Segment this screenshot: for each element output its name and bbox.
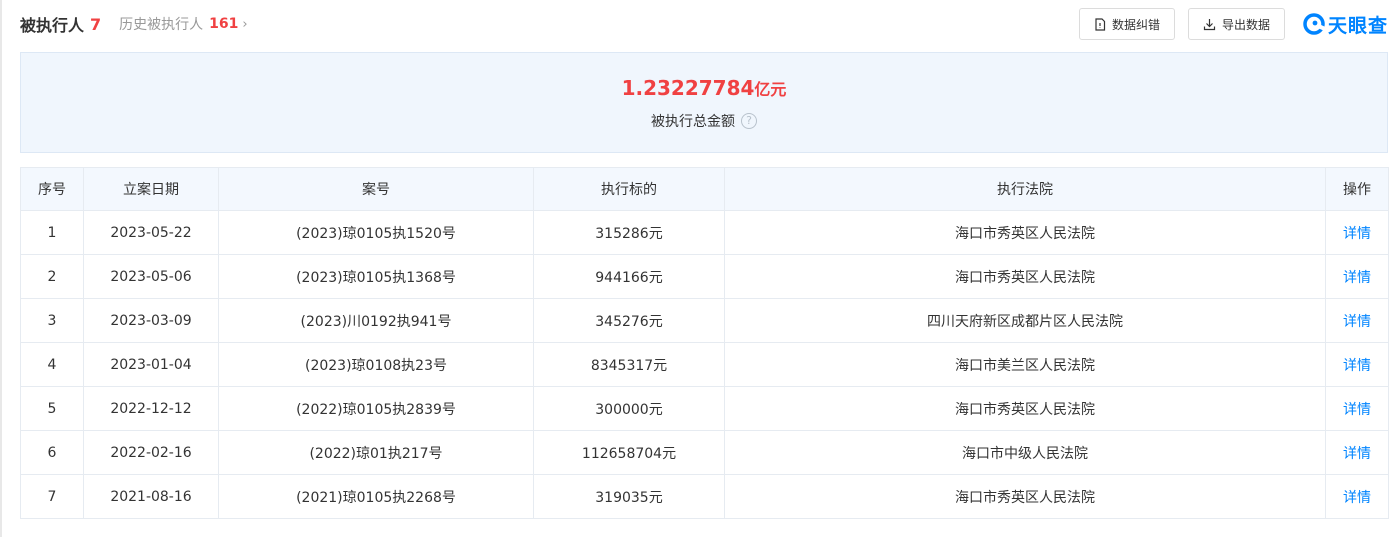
table-row: 1 2023-05-22 (2023)琼0105执1520号 315286元 海…: [20, 210, 1389, 255]
tianyancha-logo: 天眼查: [1303, 11, 1388, 38]
column-header-date: 立案日期: [83, 167, 219, 211]
left-divider: [0, 0, 2, 537]
row-amount: 319035元: [533, 474, 725, 519]
row-court: 海口市秀英区人民法院: [724, 210, 1326, 255]
row-amount: 944166元: [533, 254, 725, 299]
row-date: 2023-01-04: [83, 342, 219, 387]
logo-text: 天眼查: [1327, 14, 1388, 37]
section-count: 7: [90, 14, 102, 34]
document-icon: [1095, 17, 1106, 31]
row-amount: 112658704元: [533, 430, 725, 475]
row-detail-link[interactable]: 详情: [1325, 430, 1389, 475]
row-court: 四川天府新区成都片区人民法院: [724, 298, 1326, 343]
row-case-number: (2023)琼0105执1368号: [218, 254, 534, 299]
column-header-court: 执行法院: [724, 167, 1326, 211]
row-index: 1: [20, 210, 84, 255]
history-label: 历史被执行人: [119, 17, 204, 33]
row-amount: 315286元: [533, 210, 725, 255]
row-case-number: (2023)琼0108执23号: [218, 342, 534, 387]
row-date: 2022-02-16: [83, 430, 219, 475]
row-court: 海口市美兰区人民法院: [724, 342, 1326, 387]
table-row: 7 2021-08-16 (2021)琼0105执2268号 319035元 海…: [20, 474, 1389, 519]
column-header-action: 操作: [1325, 167, 1389, 211]
data-correction-label: 数据纠错: [1111, 17, 1160, 32]
column-header-case-number: 案号: [218, 167, 534, 211]
row-index: 5: [20, 386, 84, 431]
row-case-number: (2022)琼0105执2839号: [218, 386, 534, 431]
row-court: 海口市秀英区人民法院: [724, 386, 1326, 431]
table-row: 4 2023-01-04 (2023)琼0108执23号 8345317元 海口…: [20, 342, 1389, 387]
row-index: 2: [20, 254, 84, 299]
row-detail-link[interactable]: 详情: [1325, 298, 1389, 343]
total-amount-value: 1.23227784: [621, 75, 755, 100]
row-amount: 300000元: [533, 386, 725, 431]
row-amount: 345276元: [533, 298, 725, 343]
row-index: 6: [20, 430, 84, 475]
row-court: 海口市秀英区人民法院: [724, 254, 1326, 299]
export-data-button[interactable]: 导出数据: [1187, 8, 1285, 40]
row-index: 7: [20, 474, 84, 519]
row-court: 海口市秀英区人民法院: [724, 474, 1326, 519]
column-header-index: 序号: [20, 167, 84, 211]
row-date: 2023-05-06: [83, 254, 219, 299]
table-header-row: 序号 立案日期 案号 执行标的 执行法院 操作: [20, 167, 1389, 211]
download-icon: [1203, 18, 1216, 30]
total-amount-label: 被执行总金额 ?: [651, 111, 757, 131]
data-correction-button[interactable]: 数据纠错: [1078, 8, 1175, 40]
row-date: 2022-12-12: [83, 386, 219, 431]
history-count: 161: [209, 16, 239, 32]
help-icon[interactable]: ?: [741, 112, 757, 129]
row-detail-link[interactable]: 详情: [1325, 210, 1389, 255]
history-link[interactable]: 历史被执行人 161 ›: [119, 14, 247, 34]
logo-mark-icon: [1303, 13, 1325, 35]
row-court: 海口市中级人民法院: [724, 430, 1326, 475]
section-header: 被执行人 7 历史被执行人 161 › 数据纠错 导出数据 天眼查: [20, 0, 1388, 48]
row-case-number: (2023)川0192执941号: [218, 298, 534, 343]
export-data-label: 导出数据: [1221, 17, 1270, 32]
column-header-amount: 执行标的: [533, 167, 725, 211]
header-actions: 数据纠错 导出数据 天眼查: [1066, 0, 1388, 48]
summary-panel: 1.23227784亿元 被执行总金额 ?: [20, 52, 1388, 153]
table-row: 2 2023-05-06 (2023)琼0105执1368号 944166元 海…: [20, 254, 1389, 299]
table-row: 5 2022-12-12 (2022)琼0105执2839号 300000元 海…: [20, 386, 1389, 431]
row-amount: 8345317元: [533, 342, 725, 387]
table-row: 3 2023-03-09 (2023)川0192执941号 345276元 四川…: [20, 298, 1389, 343]
row-detail-link[interactable]: 详情: [1325, 254, 1389, 299]
total-amount-label-text: 被执行总金额: [651, 113, 735, 130]
row-case-number: (2022)琼01执217号: [218, 430, 534, 475]
total-amount: 1.23227784亿元: [622, 75, 787, 103]
row-case-number: (2023)琼0105执1520号: [218, 210, 534, 255]
row-index: 4: [20, 342, 84, 387]
row-detail-link[interactable]: 详情: [1325, 474, 1389, 519]
enforcement-table-container: 序号 立案日期 案号 执行标的 执行法院 操作 1 2023-05-22 (20…: [20, 167, 1389, 519]
row-date: 2023-03-09: [83, 298, 219, 343]
row-date: 2023-05-22: [83, 210, 219, 255]
total-amount-unit: 亿元: [754, 79, 787, 99]
chevron-right-icon: ›: [242, 16, 248, 32]
row-date: 2021-08-16: [83, 474, 219, 519]
table-row: 6 2022-02-16 (2022)琼01执217号 112658704元 海…: [20, 430, 1389, 475]
row-detail-link[interactable]: 详情: [1325, 342, 1389, 387]
row-detail-link[interactable]: 详情: [1325, 386, 1389, 431]
row-case-number: (2021)琼0105执2268号: [218, 474, 534, 519]
enforcement-table: 序号 立案日期 案号 执行标的 执行法院 操作 1 2023-05-22 (20…: [20, 167, 1389, 519]
section-title: 被执行人: [20, 16, 85, 35]
row-index: 3: [20, 298, 84, 343]
